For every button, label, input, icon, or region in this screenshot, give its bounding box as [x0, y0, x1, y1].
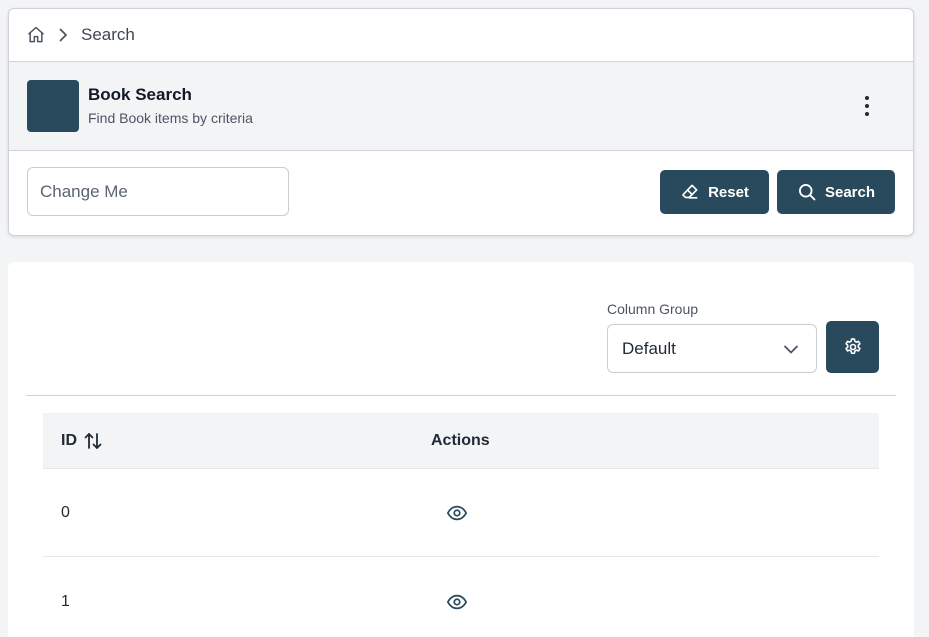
breadcrumb: Search	[9, 9, 913, 62]
table-row: 0	[43, 469, 879, 557]
search-button-label: Search	[824, 183, 876, 201]
page-subtitle: Find Book items by criteria	[88, 110, 253, 126]
results-panel: Column Group Default ID Actions 0 1	[8, 262, 914, 637]
sort-arrows-icon[interactable]	[83, 431, 103, 451]
entity-avatar	[27, 80, 79, 132]
home-icon[interactable]	[26, 25, 46, 45]
column-header-actions: Actions	[431, 432, 490, 449]
gear-icon	[843, 337, 863, 357]
breadcrumb-current: Search	[81, 25, 135, 44]
column-header-id[interactable]: ID	[61, 413, 103, 469]
more-vertical-icon[interactable]	[857, 93, 877, 119]
column-group-select[interactable]: Default	[607, 324, 817, 373]
chevron-right-icon	[55, 27, 71, 43]
divider	[26, 395, 896, 396]
page-title: Book Search	[88, 85, 192, 104]
cell-id: 1	[61, 593, 70, 610]
search-button[interactable]: Search	[777, 170, 895, 214]
eye-icon[interactable]	[446, 591, 468, 613]
search-input[interactable]	[27, 167, 289, 216]
column-group-value: Default	[622, 338, 676, 358]
table-header: ID Actions	[43, 413, 879, 469]
page-header: Book Search Find Book items by criteria	[9, 62, 913, 151]
search-row: Reset Search	[9, 151, 913, 235]
cell-id: 0	[61, 504, 70, 521]
column-group-label: Column Group	[607, 301, 699, 317]
chevron-down-icon	[782, 340, 800, 358]
eye-icon[interactable]	[446, 502, 468, 524]
search-panel: Search Book Search Find Book items by cr…	[8, 8, 914, 236]
reset-button[interactable]: Reset	[660, 170, 769, 214]
reset-button-label: Reset	[708, 183, 749, 201]
table-row: 1	[43, 558, 879, 637]
eraser-icon	[680, 182, 700, 202]
column-header-id-label: ID	[61, 432, 77, 449]
search-icon	[797, 182, 817, 202]
column-settings-button[interactable]	[826, 321, 879, 373]
